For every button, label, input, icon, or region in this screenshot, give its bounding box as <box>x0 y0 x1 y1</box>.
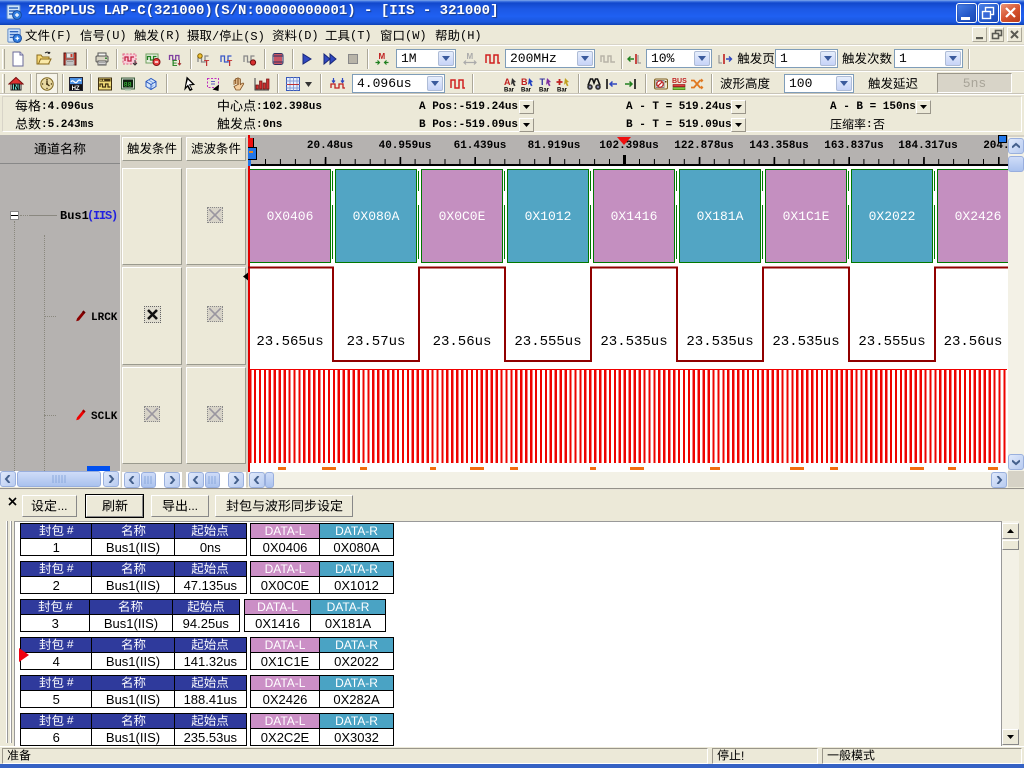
svg-text:T: T <box>227 58 233 67</box>
svg-text:A: A <box>504 77 511 87</box>
svg-text:Bar: Bar <box>504 88 515 93</box>
svg-text:88: 88 <box>124 82 132 89</box>
svg-text:M: M <box>467 52 474 61</box>
svg-text:M: M <box>379 52 386 61</box>
svg-text:T: T <box>540 77 546 87</box>
svg-text:Bar: Bar <box>539 88 550 93</box>
svg-text:B: B <box>521 77 528 87</box>
svg-text:T: T <box>204 58 210 67</box>
svg-text:N: N <box>14 83 19 92</box>
svg-text:BUS: BUS <box>672 78 687 85</box>
svg-text:Bar: Bar <box>557 88 568 93</box>
svg-text:HZ: HZ <box>72 86 80 92</box>
svg-text:E: E <box>172 59 178 67</box>
svg-text:Bar: Bar <box>521 88 532 93</box>
